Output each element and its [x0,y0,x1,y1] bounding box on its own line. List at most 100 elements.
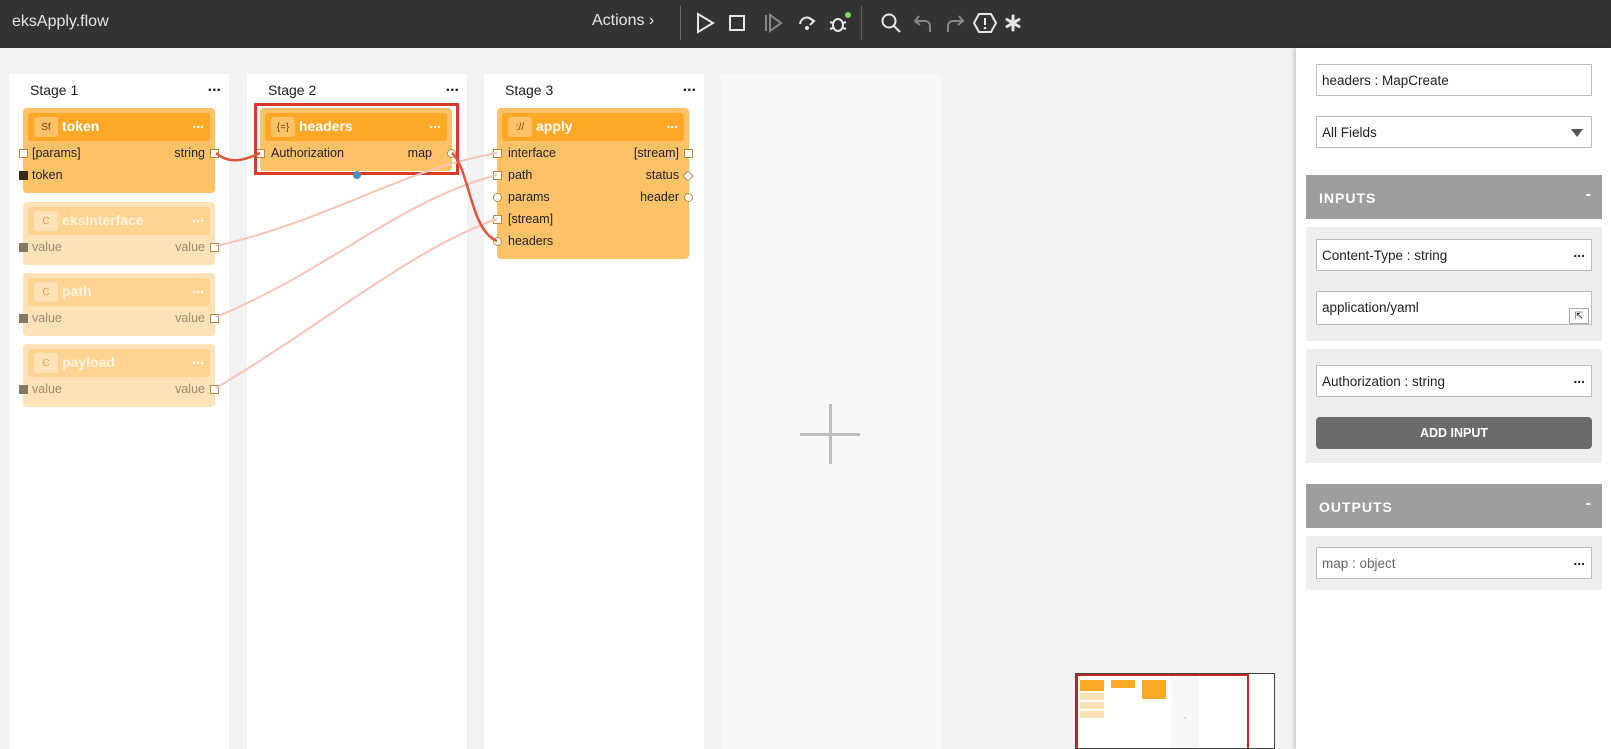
port-label: value [32,240,62,254]
node-path[interactable]: C path ... value value [19,273,219,336]
port-label: path [508,168,533,182]
port-label: params [508,190,550,204]
actions-menu-button[interactable]: Actions › [592,12,654,30]
port-label: string [174,146,205,160]
add-input-button[interactable]: ADD INPUT [1316,417,1592,449]
chevron-down-icon [1571,129,1583,137]
minimap-viewport[interactable] [1076,674,1249,748]
output-name-field[interactable]: map : object ... [1316,547,1592,579]
input-group-authorization: Authorization : string ... ADD INPUT [1306,349,1602,463]
inputs-section-header[interactable]: INPUTS - [1306,175,1602,219]
redo-icon[interactable] [942,9,968,37]
asterisk-icon[interactable] [1000,9,1026,37]
search-icon[interactable] [878,9,904,37]
section-label: OUTPUTS [1319,499,1393,515]
outputs-section-header[interactable]: OUTPUTS - [1306,484,1602,528]
node-header[interactable]: C payload ... [28,349,210,377]
port-label: [params] [32,146,81,160]
node-apply[interactable]: :// apply ... interface [stream] path st… [493,108,694,259]
node-type-icon: :// [508,117,532,137]
expand-editor-icon[interactable]: ⇱ [1569,308,1589,324]
input-name: Authorization : string [1322,374,1446,389]
node-menu-button[interactable]: ... [192,115,204,131]
input-name-field[interactable]: Content-Type : string ... [1316,239,1592,271]
port-label: value [175,311,205,325]
port-label: interface [508,146,556,160]
node-type-icon: C [34,353,58,373]
input-port[interactable] [19,314,28,323]
step-icon[interactable] [760,9,786,37]
node-name: token [62,118,100,134]
input-port[interactable] [493,215,502,224]
node-name: apply [536,118,573,134]
input-port[interactable] [19,171,28,180]
node-menu-button[interactable]: ... [192,209,204,225]
output-group-map: map : object ... [1306,536,1602,590]
file-title: eksApply.flow [12,13,109,30]
output-port[interactable] [210,314,219,323]
filter-value: All Fields [1322,125,1377,140]
input-port[interactable] [19,243,28,252]
node-type-icon: C [34,211,58,231]
add-stage-area[interactable] [721,74,941,749]
stage-title: Stage 3 [505,82,554,98]
more-icon[interactable]: ... [1573,370,1585,386]
stage-2: Stage 2 ... [247,74,467,749]
node-header[interactable]: :// apply ... [502,113,684,141]
toolbar-divider [861,6,862,40]
step-over-icon[interactable] [794,9,820,37]
collapse-toggle[interactable]: - [1586,495,1592,513]
port-label: value [32,311,62,325]
input-group-content-type: Content-Type : string ... application/ya… [1306,227,1602,341]
stage-menu-button[interactable]: ... [208,78,221,96]
node-header[interactable]: Sf token ... [28,113,210,141]
node-header[interactable]: C eksInterface ... [28,207,210,235]
output-port[interactable] [210,385,219,394]
port-label: value [175,382,205,396]
properties-panel: headers : MapCreate All Fields INPUTS - … [1296,48,1611,749]
more-icon[interactable]: ... [1573,552,1585,568]
node-title-field[interactable]: headers : MapCreate [1316,64,1592,96]
stage-menu-button[interactable]: ... [683,78,696,96]
input-value: application/yaml [1322,300,1419,315]
debug-icon[interactable] [826,9,852,37]
output-port[interactable] [684,149,693,158]
more-icon[interactable]: ... [1573,244,1585,260]
undo-icon[interactable] [910,9,936,37]
port-label: header [640,190,679,204]
play-icon[interactable] [692,9,718,37]
input-port[interactable] [19,385,28,394]
warning-icon[interactable] [972,9,998,37]
input-name-field[interactable]: Authorization : string ... [1316,365,1592,397]
stage-menu-button[interactable]: ... [446,78,459,96]
port-label: token [32,168,63,182]
node-header[interactable]: C path ... [28,278,210,306]
minimap[interactable] [1075,673,1275,749]
output-port[interactable] [210,243,219,252]
port-label: value [175,240,205,254]
output-port[interactable] [210,149,219,158]
input-port[interactable] [493,149,502,158]
field-filter-select[interactable]: All Fields [1316,116,1592,148]
input-port[interactable] [19,149,28,158]
collapse-toggle[interactable]: - [1586,186,1592,204]
node-eksinterface[interactable]: C eksInterface ... value value [19,202,219,265]
node-payload[interactable]: C payload ... value value [19,344,219,407]
port-label: headers [508,234,554,248]
node-menu-button[interactable]: ... [192,351,204,367]
node-menu-button[interactable]: ... [192,280,204,296]
input-port[interactable] [493,171,502,180]
plus-icon [800,433,860,436]
section-label: INPUTS [1319,190,1377,206]
node-name: payload [62,354,115,370]
stop-icon[interactable] [724,9,750,37]
node-name: eksInterface [62,212,144,228]
input-port[interactable] [493,237,502,246]
node-menu-button[interactable]: ... [666,115,678,131]
input-port[interactable] [493,193,502,202]
port-label: status [645,168,679,182]
output-port[interactable] [684,193,693,202]
node-token[interactable]: Sf token ... [params] string token [19,108,219,193]
input-value-field[interactable]: application/yaml ⇱ [1316,291,1592,325]
input-name: Content-Type : string [1322,248,1448,263]
